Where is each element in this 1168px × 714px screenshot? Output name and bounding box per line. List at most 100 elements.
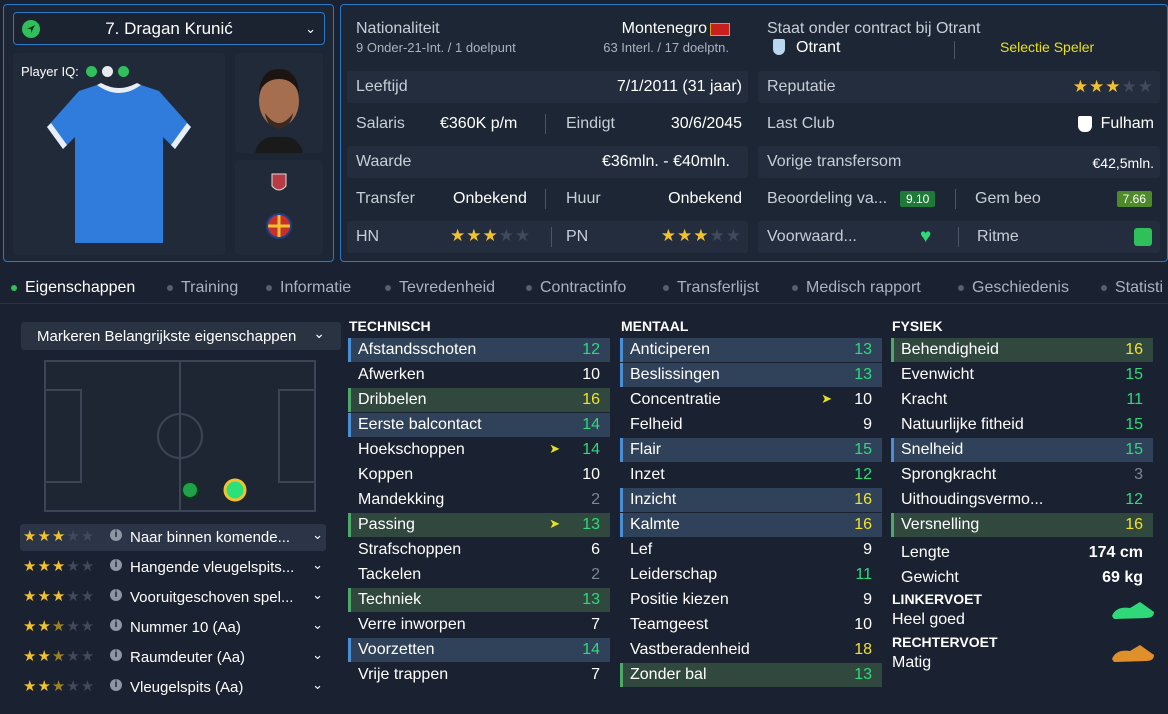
attribute-value: 174 cm: [1088, 544, 1143, 561]
tab-informatie[interactable]: Informatie: [266, 279, 351, 297]
player-card: 7. Dragan Krunić ⌄ Player IQ:: [3, 4, 334, 262]
info-icon[interactable]: i: [110, 679, 122, 691]
trend-arrow-icon: ➤: [549, 516, 560, 531]
highlight-select[interactable]: Markeren Belangrijkste eigenschappen ⌄: [21, 322, 341, 350]
tab-training[interactable]: Training: [167, 279, 238, 297]
nationality-value[interactable]: Montenegro: [622, 20, 707, 38]
attribute-row: Positie kiezen 9: [620, 588, 882, 612]
tab-label: Medisch rapport: [806, 279, 921, 296]
attribute-name: Positie kiezen: [630, 591, 729, 608]
attribute-row: Techniek 13: [348, 588, 610, 612]
role-name: Vooruitgeschoven spel...: [130, 589, 294, 606]
caps: 63 Interl. / 17 doelptn.: [603, 40, 729, 55]
info-icon[interactable]: i: [110, 559, 122, 571]
technical-header: TECHNISCH: [349, 318, 431, 334]
chevron-down-icon[interactable]: ⌄: [312, 587, 323, 603]
tab-tevredenheid[interactable]: Tevredenheid: [385, 279, 495, 297]
role-item[interactable]: ★★★★★ i Nummer 10 (Aa) ⌄: [20, 614, 326, 641]
salary-label: Salaris: [356, 115, 405, 132]
attribute-row: Evenwicht 15: [891, 363, 1153, 387]
heart-icon: ♥: [920, 226, 932, 247]
role-item[interactable]: ★★★★★ i Hangende vleugelspits... ⌄: [20, 554, 326, 581]
transfer-value: Onbekend: [453, 190, 527, 207]
attribute-row: Kalmte 16: [620, 513, 882, 537]
tab-geschiedenis[interactable]: Geschiedenis: [958, 279, 1069, 297]
attribute-value: 10: [582, 366, 600, 383]
attribute-value: 15: [1125, 366, 1143, 383]
attribute-row: Tackelen 2: [348, 563, 610, 587]
attribute-value: 9: [863, 591, 872, 608]
attribute-value: 10: [854, 391, 872, 408]
club-name[interactable]: Otrant: [796, 39, 840, 57]
attribute-name: Tackelen: [358, 566, 422, 583]
age-row: Leeftijd 7/1/2011 (31 jaar): [347, 71, 748, 103]
info-icon[interactable]: i: [110, 649, 122, 661]
attribute-name: Verre inworpen: [358, 616, 466, 633]
nationality-label: Nationaliteit: [356, 20, 440, 37]
attribute-row: Inzet 12: [620, 463, 882, 487]
chevron-down-icon[interactable]: ⌄: [312, 647, 323, 663]
attribute-value: 12: [854, 466, 872, 483]
attribute-value: 9: [863, 416, 872, 433]
info-icon[interactable]: i: [110, 619, 122, 631]
attribute-value: 18: [854, 641, 872, 658]
attribute-row: Kracht 11: [891, 388, 1153, 412]
chevron-down-icon[interactable]: ⌄: [312, 557, 323, 573]
chevron-down-icon[interactable]: ⌄: [312, 527, 323, 543]
right-foot-value: Matig: [892, 654, 932, 671]
natural-position-icon[interactable]: [223, 478, 247, 502]
age-value: 7/1/2011 (31 jaar): [616, 78, 742, 95]
attribute-value: 10: [854, 616, 872, 633]
left-foot-label: LINKERVOET: [892, 591, 982, 607]
player-selector[interactable]: 7. Dragan Krunić ⌄: [13, 12, 325, 45]
attribute-name: Teamgeest: [630, 616, 709, 633]
chevron-down-icon[interactable]: ⌄: [312, 617, 323, 633]
attribute-row: Snelheid 15: [891, 438, 1153, 462]
highlight-bar: [348, 588, 351, 612]
info-icon[interactable]: i: [110, 529, 122, 541]
value-value: €36mln. - €40mln.: [601, 153, 730, 170]
highlight-bar: [891, 438, 894, 462]
attribute-row: Felheid 9: [620, 413, 882, 437]
attribute-row: Afstandsschoten 12: [348, 338, 610, 362]
highlight-bar: [620, 338, 623, 362]
highlight-bar: [348, 513, 351, 537]
right-foot-label: RECHTERVOET: [892, 634, 998, 650]
highlight-bar: [891, 338, 894, 362]
value-label: Waarde: [356, 153, 412, 170]
tab-medisch-rapport[interactable]: Medisch rapport: [792, 279, 921, 297]
prevfee-label: Vorige transfersom: [767, 153, 902, 170]
shirt-icon: [47, 83, 191, 243]
role-item[interactable]: ★★★★★ i Naar binnen komende... ⌄: [20, 524, 326, 551]
info-icon[interactable]: i: [110, 589, 122, 601]
age-label: Leeftijd: [356, 78, 408, 95]
attribute-value: 16: [854, 491, 872, 508]
role-item[interactable]: ★★★★★ i Vleugelspits (Aa) ⌄: [20, 674, 326, 701]
physical-header: FYSIEK: [892, 318, 943, 334]
tab-eigenschappen[interactable]: Eigenschappen: [11, 279, 135, 297]
tab-statistieken[interactable]: Statisti: [1101, 279, 1163, 297]
condition-row: Voorwaard... ♥ Ritme: [758, 221, 1160, 253]
tab-transferlijst[interactable]: Transferlijst: [663, 279, 759, 297]
attribute-name: Concentratie: [630, 391, 721, 408]
chevron-down-icon[interactable]: ⌄: [312, 677, 323, 693]
role-item[interactable]: ★★★★★ i Vooruitgeschoven spel... ⌄: [20, 584, 326, 611]
attribute-row: Lengte 174 cm: [891, 541, 1153, 565]
rating-badge: 9.10: [900, 191, 936, 207]
tab-contractinfo[interactable]: Contractinfo: [526, 279, 626, 297]
attribute-value: 15: [1125, 441, 1143, 458]
lastclub-value[interactable]: Fulham: [1101, 115, 1154, 133]
avg-rating-label: Gem beo: [975, 190, 1041, 207]
secondary-position-icon[interactable]: [181, 481, 199, 499]
attribute-name: Techniek: [358, 591, 422, 608]
attribute-row: Lef 9: [620, 538, 882, 562]
divider: [545, 189, 546, 209]
attribute-value: 14: [582, 641, 600, 658]
attribute-value: 13: [854, 666, 872, 683]
chevron-down-icon[interactable]: ⌄: [313, 325, 325, 342]
role-item[interactable]: ★★★★★ i Raumdeuter (Aa) ⌄: [20, 644, 326, 671]
attribute-name: Vastberadenheid: [630, 641, 750, 658]
prevfee-value: €42,5mln.: [1092, 155, 1154, 171]
attribute-value: 13: [854, 366, 872, 383]
attribute-name: Afwerken: [358, 366, 425, 383]
